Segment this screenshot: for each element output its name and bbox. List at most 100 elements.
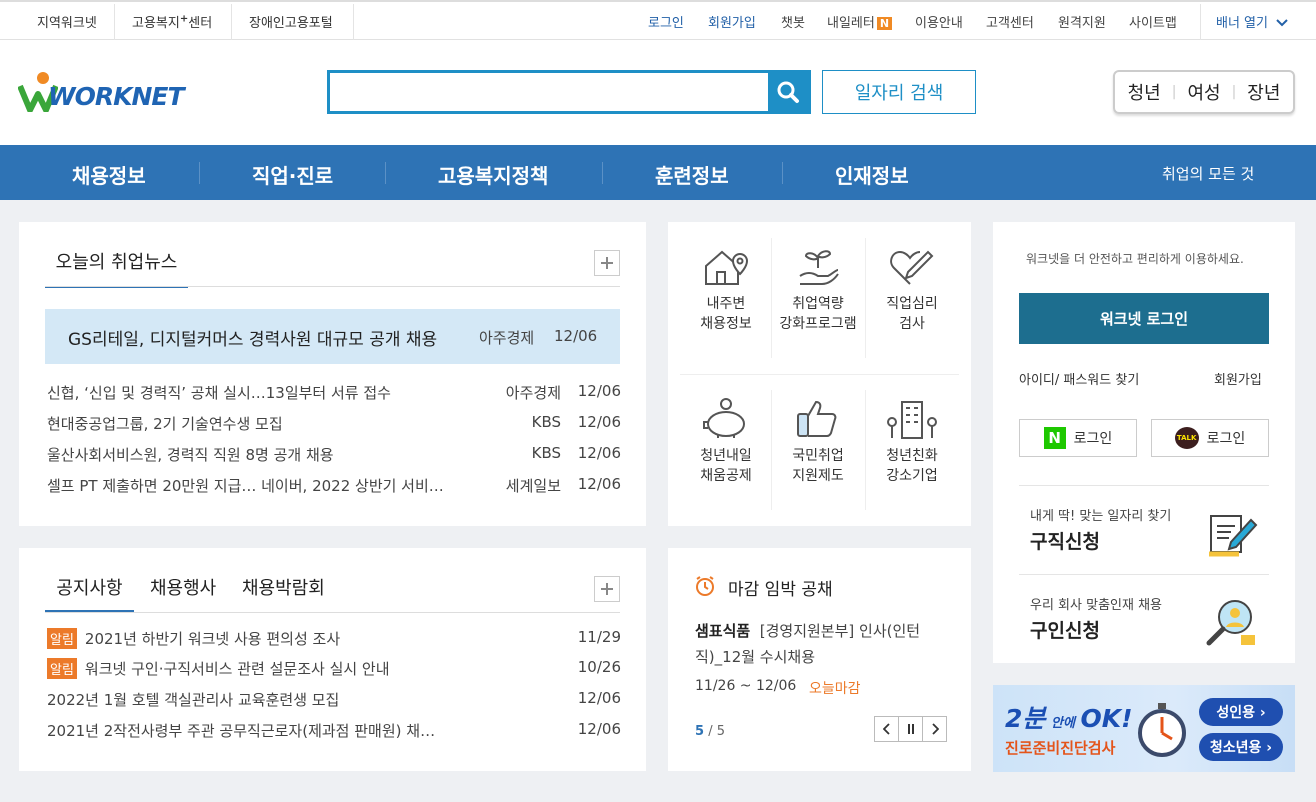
featured-news[interactable]: GS리테일, 디지털커머스 경력사원 대규모 공개 채용 아주경제 12/06 — [45, 309, 620, 364]
deadline-desc: 직)_12월 수시채용 — [695, 648, 816, 666]
service-job-skills[interactable]: 취업역량강화프로그램 — [770, 246, 866, 334]
notice-item[interactable]: 2022년 1월 호텔 객실관리사 교육훈련생 모집 12/06 — [47, 689, 621, 711]
remote-support-link[interactable]: 원격지원 — [1058, 12, 1106, 31]
job-seeker-apply[interactable]: 내게 딱! 맞는 일자리 찾기 구직신청 — [1019, 486, 1269, 574]
tab-senior[interactable]: 장년 — [1236, 79, 1291, 105]
services-panel: 내주변 채용정보 취업역량강화프로그램 직업심리 검사 청년내일채움공제 국민취업 지… — [668, 222, 971, 526]
tab-events[interactable]: 채용행사 — [150, 574, 216, 600]
deadline-company: 샘표식품 — [695, 622, 751, 640]
pause-button[interactable] — [898, 716, 923, 742]
service-label: 청년친화 — [886, 448, 938, 464]
news-item-date: 12/06 — [577, 382, 621, 400]
divider — [680, 374, 959, 375]
service-label: 취업역량 — [792, 296, 844, 312]
news-item[interactable]: 셀프 PT 제출하면 20만원 지급… 네이버, 2022 상반기 서비… 세계일… — [47, 475, 621, 497]
notice-title: 워크넷 구인·구직서비스 관련 설문조사 실시 안내 — [84, 660, 390, 678]
seek-subtitle: 내게 딱! 맞는 일자리 찾기 — [1030, 509, 1172, 524]
service-youth-savings[interactable]: 청년내일채움공제 — [678, 398, 774, 486]
newsletter-link[interactable]: 내일레터 N — [827, 12, 893, 31]
link-disabled-portal[interactable]: 장애인고용포털 — [249, 12, 333, 31]
banner-open-button[interactable]: 배너 열기 — [1216, 12, 1288, 31]
news-item[interactable]: 울산사회서비스원, 경력직 직원 8명 공개 채용 KBS 12/06 — [47, 444, 621, 466]
guide-link[interactable]: 이용안내 — [915, 12, 963, 31]
login-link[interactable]: 로그인 — [648, 12, 684, 31]
nav-career[interactable]: 직업·진로 — [252, 160, 333, 189]
notice-more-button[interactable] — [594, 576, 620, 602]
youth-test-button[interactable]: 청소년용 › — [1199, 733, 1283, 761]
search-submit-button[interactable] — [768, 73, 808, 111]
service-national-employment[interactable]: 국민취업 지원제도 — [770, 398, 866, 486]
find-account-link[interactable]: 아이디/ 패스워드 찾기 — [1019, 369, 1139, 388]
pause-icon — [907, 724, 914, 734]
deadline-period: 11/26 ~ 12/06 — [695, 678, 797, 694]
news-item-date: 12/06 — [577, 413, 621, 431]
kakao-login-button[interactable]: TALK 로그인 — [1151, 419, 1269, 457]
service-label: 강화프로그램 — [779, 316, 857, 332]
page-total: / 5 — [708, 724, 725, 739]
news-item[interactable]: 신협, ‘신입 및 경력직’ 공채 실시…13일부터 서류 접수 아주경제 12/0… — [47, 382, 621, 404]
search-input[interactable] — [330, 73, 768, 111]
divider — [45, 286, 620, 287]
nav-all-about-jobs[interactable]: 취업의 모든 것 — [1162, 163, 1254, 184]
news-tab[interactable]: 오늘의 취업뉴스 — [45, 246, 188, 288]
naver-login-button[interactable]: N 로그인 — [1019, 419, 1137, 457]
sitemap-link[interactable]: 사이트맵 — [1129, 12, 1177, 31]
service-nearby-jobs[interactable]: 내주변 채용정보 — [678, 246, 774, 334]
chevron-left-icon — [882, 723, 890, 735]
link-welfare-center[interactable]: 고용복지+센터 — [132, 12, 212, 31]
service-label: 채움공제 — [700, 468, 752, 484]
customer-center-link[interactable]: 고객센터 — [986, 12, 1034, 31]
building-icon — [887, 401, 937, 439]
notice-title: 2021년 2작전사령부 주관 공무직근로자(제과점 판매원) 채… — [47, 722, 436, 740]
notice-item[interactable]: 알림 워크넷 구인·구직서비스 관련 설문조사 실시 안내 10/26 — [47, 658, 621, 680]
featured-news-source: 아주경제 — [479, 329, 535, 347]
prev-button[interactable] — [874, 716, 899, 742]
news-item-title: 셀프 PT 제출하면 20만원 지급… 네이버, 2022 상반기 서비… — [47, 477, 444, 495]
banner-ok: OK! — [1080, 704, 1133, 733]
service-label: 내주변 — [706, 296, 746, 312]
next-button[interactable] — [922, 716, 947, 742]
nav-recruit[interactable]: 채용정보 — [72, 160, 146, 189]
notice-tag: 알림 — [47, 658, 77, 679]
welfare-label: 고용복지 — [132, 16, 180, 31]
service-label: 청년내일 — [700, 448, 752, 464]
news-item[interactable]: 현대중공업그룹, 2기 기술연수생 모집 KBS 12/06 — [47, 413, 621, 435]
kakao-login-label: 로그인 — [1206, 431, 1246, 447]
top-bar: 지역워크넷 고용복지+센터 장애인고용포털 로그인 회원가입 챗봇 내일레터 N … — [0, 0, 1316, 40]
deadline-pagination: 5 / 5 — [695, 724, 725, 739]
worknet-login-button[interactable]: 워크넷 로그인 — [1019, 293, 1269, 344]
notice-item[interactable]: 알림 2021년 하반기 워크넷 사용 편의성 조사 11/29 — [47, 628, 621, 650]
service-psych-test[interactable]: 직업심리 검사 — [864, 246, 960, 334]
new-badge: N — [876, 17, 893, 30]
adult-test-button[interactable]: 성인용 › — [1199, 698, 1283, 726]
banner-open-label: 배너 열기 — [1216, 16, 1268, 31]
thumbs-up-icon — [797, 400, 837, 437]
join-link[interactable]: 회원가입 — [708, 12, 756, 31]
worknet-logo[interactable]: WORKNET — [18, 70, 188, 115]
tab-notice[interactable]: 공지사항 — [45, 574, 134, 612]
nav-training[interactable]: 훈련정보 — [655, 160, 729, 189]
nav-talent[interactable]: 인재정보 — [835, 160, 909, 189]
join-link[interactable]: 회원가입 — [1214, 369, 1262, 388]
notice-item[interactable]: 2021년 2작전사령부 주관 공무직근로자(제과점 판매원) 채… 12/06 — [47, 720, 621, 742]
deadline-job[interactable]: 샘표식품 [경영지원본부] 인사(인턴 직)_12월 수시채용 — [695, 618, 955, 670]
divider — [45, 612, 620, 613]
link-regional-worknet[interactable]: 지역워크넷 — [37, 12, 97, 31]
house-pin-icon — [705, 250, 749, 285]
employer-apply[interactable]: 우리 회사 맞춤인재 채용 구인신청 — [1019, 575, 1269, 663]
nav-welfare-policy[interactable]: 고용복지정책 — [438, 160, 548, 189]
page-current: 5 — [695, 724, 705, 739]
piggy-bank-icon — [703, 398, 745, 438]
tab-women[interactable]: 여성 — [1176, 79, 1231, 105]
target-tabs: 청년 | 여성 | 장년 — [1113, 70, 1295, 114]
career-test-banner[interactable]: 2분 안에 OK! 진로준비진단검사 성인용 › 청소년용 › — [993, 685, 1295, 772]
service-youth-friendly-company[interactable]: 청년친화 강소기업 — [864, 398, 960, 486]
job-search-button[interactable]: 일자리 검색 — [822, 70, 976, 114]
news-more-button[interactable] — [594, 250, 620, 276]
notice-date: 12/06 — [577, 720, 621, 738]
tab-youth[interactable]: 청년 — [1117, 79, 1172, 105]
plus-icon — [601, 583, 613, 595]
job-search-label: 일자리 검색 — [854, 83, 944, 104]
tab-fairs[interactable]: 채용박람회 — [242, 574, 325, 600]
chatbot-link[interactable]: 챗봇 — [781, 12, 805, 31]
